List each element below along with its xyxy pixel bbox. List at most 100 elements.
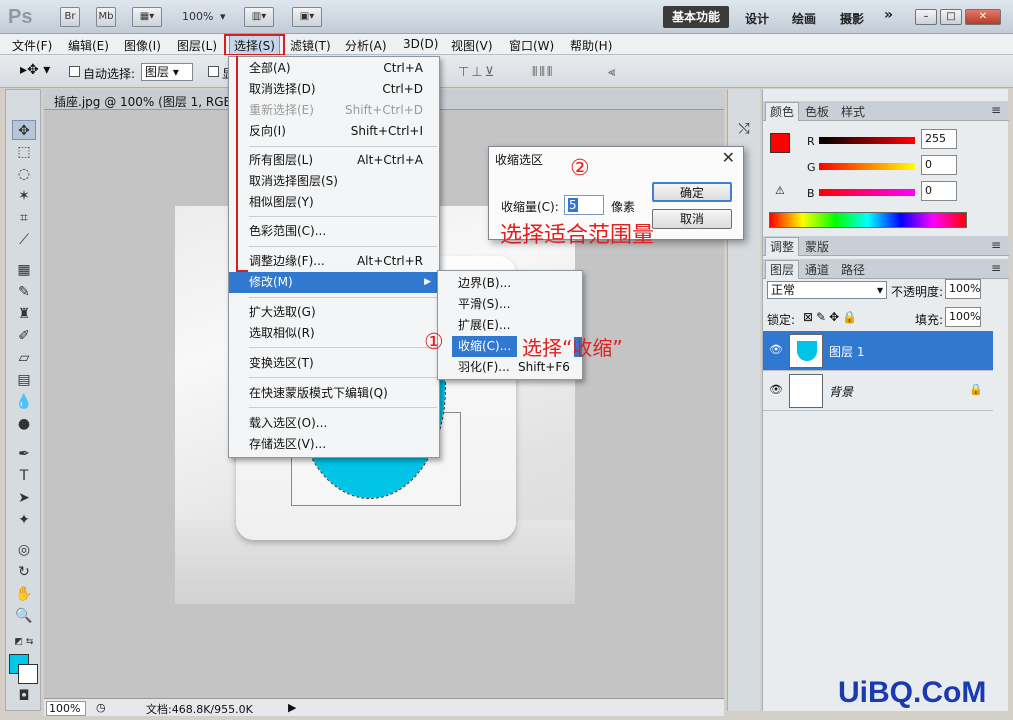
shape-tool-icon[interactable]: ✦ <box>12 510 36 530</box>
fill-input[interactable]: 100% <box>945 307 981 327</box>
color-fg-swatch[interactable] <box>770 133 790 153</box>
eyedropper-icon[interactable]: ⟋ <box>12 230 36 250</box>
history-brush-icon[interactable]: ✐ <box>12 326 36 346</box>
healing-brush-icon[interactable]: ▦ <box>12 260 36 280</box>
color-spectrum-bar[interactable] <box>769 212 967 228</box>
arrange-documents-button[interactable]: ▥▾ <box>244 7 274 27</box>
visibility-eye-icon[interactable]: 👁 <box>769 383 783 396</box>
menu-3d[interactable]: 3D(D) <box>403 37 438 51</box>
gradient-tool-icon[interactable]: ▤ <box>12 370 36 390</box>
menu-edit[interactable]: 编辑(E) <box>68 37 109 54</box>
tab-channels[interactable]: 通道 <box>801 261 833 278</box>
menu-help[interactable]: 帮助(H) <box>570 37 612 54</box>
crop-tool-icon[interactable]: ⌗ <box>12 208 36 228</box>
layer-name[interactable]: 图层 1 <box>829 343 864 360</box>
3d-rotate-icon[interactable]: ◎ <box>12 540 36 560</box>
history-panel-icon[interactable]: ⤭ <box>732 119 756 139</box>
pen-tool-icon[interactable]: ✒ <box>12 444 36 464</box>
show-transform-checkbox[interactable] <box>208 66 219 77</box>
zoom-tool-icon[interactable]: 🔍 <box>12 606 36 626</box>
status-zoom[interactable]: 100% <box>46 701 86 716</box>
layer-row-layer1[interactable]: 👁 图层 1 <box>763 331 993 371</box>
adjust-panel-menu-icon[interactable]: ≡ <box>987 238 1005 252</box>
g-value-input[interactable]: 0 <box>921 155 957 175</box>
zoom-dropdown-icon[interactable]: ▾ <box>220 10 226 23</box>
r-slider[interactable] <box>819 137 915 144</box>
menu-item-refine-edge[interactable]: 调整边缘(F)... Alt+Ctrl+R <box>229 251 439 272</box>
clone-stamp-icon[interactable]: ♜ <box>12 304 36 324</box>
type-tool-icon[interactable]: T <box>12 466 36 486</box>
mini-bridge-button[interactable]: Mb <box>96 7 116 27</box>
b-slider[interactable] <box>819 189 915 196</box>
bridge-button[interactable]: Br <box>60 7 80 27</box>
r-value-input[interactable]: 255 <box>921 129 957 149</box>
panel-menu-icon[interactable]: ≡ <box>987 103 1005 117</box>
distribute-icons[interactable]: ⫴⫴⫴ <box>532 65 554 80</box>
menu-image[interactable]: 图像(I) <box>124 37 161 54</box>
opacity-input[interactable]: 100% <box>945 279 981 299</box>
menu-item-deselect[interactable]: 取消选择(D) Ctrl+D <box>229 79 439 100</box>
tab-swatches[interactable]: 色板 <box>801 103 833 120</box>
eraser-tool-icon[interactable]: ▱ <box>12 348 36 368</box>
b-value-input[interactable]: 0 <box>921 181 957 201</box>
marquee-tool-icon[interactable]: ⬚ <box>12 142 36 162</box>
move-tool-icon[interactable]: ✥ <box>12 120 36 140</box>
submenu-item-smooth[interactable]: 平滑(S)... <box>438 294 582 315</box>
g-slider[interactable] <box>819 163 915 170</box>
layers-panel-menu-icon[interactable]: ≡ <box>987 261 1005 275</box>
blur-tool-icon[interactable]: 💧 <box>12 392 36 412</box>
cancel-button[interactable]: 取消 <box>652 209 732 229</box>
ok-button[interactable]: 确定 <box>652 182 732 202</box>
menu-item-transform-selection[interactable]: 变换选区(T) <box>229 353 439 374</box>
menu-item-all-layers[interactable]: 所有图层(L) Alt+Ctrl+A <box>229 150 439 171</box>
layer-row-background[interactable]: 👁 背景 🔒 <box>763 371 993 411</box>
auto-align-icon[interactable]: ⫷ <box>608 65 617 80</box>
status-icon[interactable]: ◷ <box>96 701 106 714</box>
lock-icons[interactable]: ⊠✎✥🔒 <box>803 310 860 324</box>
screen-mode-button[interactable]: ▣▾ <box>292 7 322 27</box>
move-tool-preset-icon[interactable]: ▸✥ ▾ <box>20 62 50 78</box>
menu-item-quick-mask[interactable]: 在快速蒙版模式下编辑(Q) <box>229 383 439 404</box>
menu-item-deselect-layers[interactable]: 取消选择图层(S) <box>229 171 439 192</box>
minimize-button[interactable]: – <box>915 9 937 25</box>
menu-item-select-all[interactable]: 全部(A) Ctrl+A <box>229 58 439 79</box>
menu-item-grow[interactable]: 扩大选取(G) <box>229 302 439 323</box>
menu-window[interactable]: 窗口(W) <box>509 37 554 54</box>
tab-masks[interactable]: 蒙版 <box>801 238 833 255</box>
tab-adjustments[interactable]: 调整 <box>765 237 800 256</box>
menu-analysis[interactable]: 分析(A) <box>345 37 387 54</box>
menu-item-color-range[interactable]: 色彩范围(C)... <box>229 221 439 242</box>
visibility-eye-icon[interactable]: 👁 <box>769 343 783 356</box>
zoom-level[interactable]: 100% <box>182 10 213 23</box>
menu-layer[interactable]: 图层(L) <box>177 37 217 54</box>
menu-item-modify[interactable]: 修改(M) ▶ <box>229 272 439 293</box>
layer-name[interactable]: 背景 <box>829 383 853 400</box>
maximize-button[interactable]: □ <box>940 9 962 25</box>
path-selection-icon[interactable]: ➤ <box>12 488 36 508</box>
tab-paths[interactable]: 路径 <box>837 261 869 278</box>
tab-layers[interactable]: 图层 <box>765 260 800 279</box>
3d-orbit-icon[interactable]: ↻ <box>12 562 36 582</box>
workspace-design[interactable]: 设计 <box>745 10 769 27</box>
hand-tool-icon[interactable]: ✋ <box>12 584 36 604</box>
menu-item-save-selection[interactable]: 存储选区(V)... <box>229 434 439 455</box>
menu-filter[interactable]: 滤镜(T) <box>290 37 331 54</box>
workspace-painting[interactable]: 绘画 <box>792 10 816 27</box>
auto-select-dropdown[interactable]: 图层 ▾ <box>141 63 193 81</box>
close-button[interactable]: ✕ <box>965 9 1001 25</box>
workspace-essentials[interactable]: 基本功能 <box>663 6 729 28</box>
menu-item-load-selection[interactable]: 载入选区(O)... <box>229 413 439 434</box>
dialog-close-icon[interactable]: ✕ <box>722 148 735 167</box>
background-color-swatch[interactable] <box>18 664 38 684</box>
more-workspaces-icon[interactable]: » <box>884 7 893 23</box>
brush-tool-icon[interactable]: ✎ <box>12 282 36 302</box>
status-menu-arrow-icon[interactable]: ▶ <box>288 701 296 714</box>
menu-file[interactable]: 文件(F) <box>12 37 52 54</box>
menu-item-similar[interactable]: 选取相似(R) <box>229 323 439 344</box>
view-extras-button[interactable]: ▦▾ <box>132 7 162 27</box>
menu-view[interactable]: 视图(V) <box>451 37 493 54</box>
swap-colors-icon[interactable]: ◩ ⇆ <box>12 632 36 652</box>
gamut-warning-icon[interactable]: ⚠ <box>775 184 785 197</box>
magic-wand-icon[interactable]: ✶ <box>12 186 36 206</box>
lasso-tool-icon[interactable]: ◌ <box>12 164 36 184</box>
